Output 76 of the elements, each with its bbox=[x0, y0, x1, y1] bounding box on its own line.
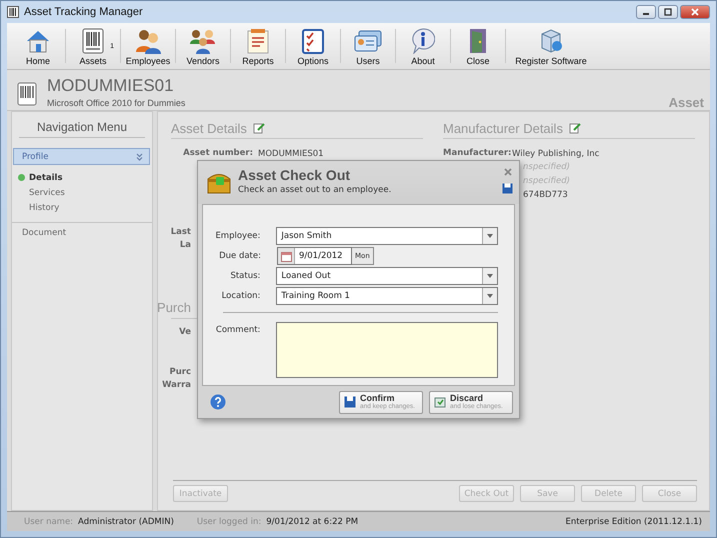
edition-text: Enterprise Edition (2011.12.1.1) bbox=[565, 516, 702, 526]
section-label: Asset bbox=[668, 95, 704, 110]
navigation-title: Navigation Menu bbox=[19, 120, 145, 138]
profile-group-header[interactable]: Profile bbox=[13, 148, 150, 165]
toolbar-button[interactable]: Register Software bbox=[506, 23, 596, 69]
field-value: nspecified) bbox=[523, 161, 571, 174]
toolbar-button[interactable]: Home bbox=[11, 23, 65, 69]
toolbar-button[interactable]: Reports bbox=[231, 23, 285, 69]
navigation-item[interactable]: Details bbox=[29, 172, 63, 182]
field-label: Employee: bbox=[214, 231, 260, 241]
asset-title: MODUMMIES01 bbox=[47, 76, 175, 96]
login-time: 9/01/2012 at 6:22 PM bbox=[266, 516, 358, 526]
field-value: MODUMMIES01 bbox=[258, 148, 324, 158]
people-icon bbox=[134, 28, 162, 54]
field-label: Asset number: bbox=[182, 147, 253, 160]
section-title: Purch bbox=[157, 299, 191, 317]
navigation-item[interactable]: Services bbox=[29, 188, 65, 198]
close-icon bbox=[691, 8, 699, 16]
door-icon bbox=[468, 28, 488, 54]
field-label: Due date: bbox=[218, 251, 261, 261]
toolbar-button[interactable]: Options bbox=[286, 23, 340, 69]
field-value: nspecified) bbox=[523, 175, 571, 188]
asset-subtitle: Microsoft Office 2010 for Dummies bbox=[47, 98, 186, 108]
info-icon bbox=[411, 28, 435, 54]
dropdown-arrow-icon bbox=[487, 294, 493, 298]
field-value: Wiley Publishing, Inc bbox=[512, 148, 600, 158]
edit-icon bbox=[252, 122, 265, 134]
status-label: User name: bbox=[24, 516, 74, 526]
barcode-icon bbox=[82, 28, 104, 54]
user-name: Administrator (ADMIN) bbox=[78, 516, 174, 526]
help-icon[interactable] bbox=[210, 394, 226, 410]
minimize-button[interactable] bbox=[636, 5, 656, 19]
house-icon bbox=[25, 29, 51, 53]
dialog-subtitle: Check an asset out to an employee. bbox=[238, 185, 392, 195]
calendar-icon bbox=[280, 250, 292, 262]
edit-icon bbox=[568, 122, 581, 134]
comment-field[interactable] bbox=[276, 322, 498, 378]
field-label: Location: bbox=[220, 291, 260, 301]
section-title: Asset Details bbox=[171, 120, 247, 136]
toolbar-button[interactable]: Close bbox=[451, 23, 505, 69]
close-icon bbox=[504, 168, 512, 176]
report-icon bbox=[247, 28, 269, 54]
status-label: User logged in: bbox=[196, 516, 262, 526]
maximize-button[interactable] bbox=[658, 5, 678, 19]
window-title: Asset Tracking Manager bbox=[24, 6, 143, 18]
chevron-icon bbox=[136, 152, 143, 160]
toolbar-button[interactable]: Users bbox=[341, 23, 395, 69]
field-value: 674BD773 bbox=[523, 189, 569, 202]
navigation-item[interactable]: Document bbox=[12, 223, 152, 238]
group-icon bbox=[189, 28, 217, 54]
section-title: Manufacturer Details bbox=[443, 120, 563, 136]
field-label: Status: bbox=[229, 271, 260, 281]
field-label: La bbox=[180, 239, 191, 252]
maximize-icon bbox=[664, 8, 672, 16]
close-button[interactable] bbox=[680, 5, 710, 19]
barcode-icon bbox=[7, 6, 19, 18]
field-label: Ve bbox=[179, 326, 191, 339]
dropdown[interactable]: Training Room 1 bbox=[276, 287, 498, 305]
toolbar-button[interactable]: Employees bbox=[121, 23, 175, 69]
dropdown[interactable]: Loaned Out bbox=[276, 267, 498, 285]
dropdown-arrow-icon bbox=[487, 274, 493, 278]
barcode-icon bbox=[17, 82, 37, 106]
software-box-icon bbox=[539, 28, 563, 54]
dialog-title: Asset Check Out bbox=[238, 167, 352, 184]
field-label: Warra bbox=[162, 379, 191, 392]
checklist-icon bbox=[301, 28, 325, 54]
field-label: Comment: bbox=[214, 325, 260, 335]
field-label: Purc bbox=[169, 366, 191, 379]
date-field[interactable]: 9/01/2012 bbox=[277, 247, 352, 265]
field-label: Last bbox=[170, 226, 191, 239]
dropdown-arrow-icon bbox=[487, 234, 493, 238]
id-card-icon bbox=[354, 29, 382, 53]
toolbar-button[interactable]: About bbox=[396, 23, 450, 69]
navigation-item[interactable]: History bbox=[29, 202, 60, 212]
dropdown[interactable]: Jason Smith bbox=[276, 227, 498, 245]
toolbar-button[interactable]: Vendors bbox=[176, 23, 230, 69]
